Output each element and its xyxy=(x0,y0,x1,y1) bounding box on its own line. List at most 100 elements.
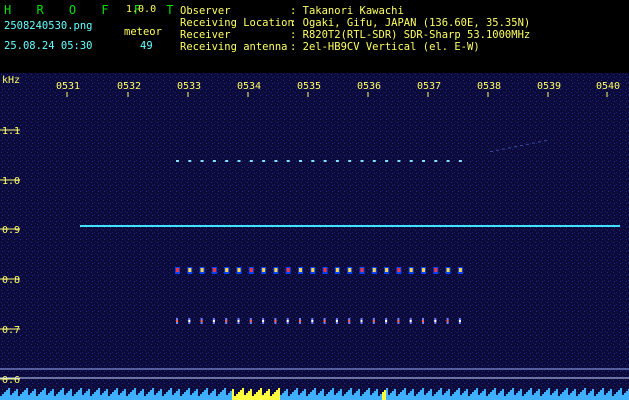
level-bar-segment xyxy=(530,388,532,400)
echo-mark-middle-core xyxy=(212,268,216,272)
level-bar-segment xyxy=(416,394,418,400)
level-bar-segment xyxy=(130,392,132,400)
meteor-label: meteor xyxy=(124,26,162,38)
level-bar-segment xyxy=(366,390,368,400)
level-bar-segment xyxy=(250,389,252,400)
level-bar-segment xyxy=(82,395,84,400)
level-bar-segment xyxy=(400,392,402,400)
echo-mark-lower-core xyxy=(409,320,412,322)
level-bar-segment xyxy=(90,396,92,400)
level-bar-segment xyxy=(426,393,428,400)
level-bar-segment xyxy=(398,394,400,400)
level-bar-segment xyxy=(286,389,288,400)
level-bar-segment xyxy=(616,392,618,400)
level-bar-segment xyxy=(306,396,308,400)
level-bar-segment xyxy=(80,388,82,400)
level-bar-segment xyxy=(22,392,24,400)
level-bar-segment xyxy=(336,393,338,400)
x-tick-label: 0539 xyxy=(537,81,561,92)
level-bar-segment xyxy=(600,390,602,400)
level-bar-segment xyxy=(532,395,534,400)
level-bar-segment xyxy=(178,389,180,400)
level-bar-segment xyxy=(118,395,120,400)
level-bar-segment xyxy=(380,394,382,400)
level-bar-segment xyxy=(374,391,376,400)
x-tick-label: 0535 xyxy=(297,81,321,92)
noise-background xyxy=(0,73,629,400)
level-bar-segment xyxy=(402,390,404,400)
echo-mark-lower-core xyxy=(176,320,178,322)
level-bar-segment xyxy=(460,395,462,400)
level-bar-segment xyxy=(196,389,198,400)
level-bar-segment xyxy=(284,391,286,400)
level-bar-segment xyxy=(84,393,86,400)
level-bar-segment xyxy=(316,395,318,400)
level-bar-segment xyxy=(226,395,228,400)
x-tick-label: 0536 xyxy=(357,81,381,92)
level-bar-segment xyxy=(108,396,110,400)
level-bar-segment xyxy=(586,395,588,400)
echo-mark-lower-core xyxy=(458,320,461,322)
echo-mark-middle-core xyxy=(372,268,376,272)
level-bar-segment xyxy=(310,392,312,400)
level-bar-segment xyxy=(20,394,22,400)
level-bar-segment xyxy=(580,392,582,400)
level-bar-segment xyxy=(24,390,26,400)
level-bar-segment xyxy=(538,389,540,400)
level-bar-segment xyxy=(86,391,88,400)
echo-mark-middle-core xyxy=(200,268,204,272)
level-bar-segment xyxy=(384,390,386,400)
level-bar-segment xyxy=(6,390,8,400)
level-bar-segment xyxy=(598,392,600,400)
level-bar-segment xyxy=(602,388,604,400)
level-bar-segment xyxy=(72,396,74,400)
echo-mark-middle-core xyxy=(262,268,266,272)
level-bar-segment xyxy=(54,396,56,400)
level-bar-segment xyxy=(322,389,324,400)
x-tick-label: 0537 xyxy=(417,81,441,92)
level-bar-segment xyxy=(548,388,550,400)
level-bar-segment xyxy=(206,388,208,400)
level-bar-segment xyxy=(220,392,222,400)
info-label-observer: Observer xyxy=(180,5,231,17)
datetime: 25.08.24 05:30 xyxy=(4,40,93,52)
level-bar-segment xyxy=(468,396,470,400)
level-bar-segment xyxy=(246,393,248,400)
app-version: 1.0.0 xyxy=(126,4,157,15)
echo-mark-lower-core xyxy=(262,320,265,322)
echo-mark-lower-core xyxy=(335,320,338,322)
echo-mark-middle-core xyxy=(385,268,389,272)
level-bar-segment xyxy=(276,390,278,400)
level-bar-segment xyxy=(340,389,342,400)
echo-mark-upper xyxy=(225,160,229,162)
level-bar-segment xyxy=(622,395,624,400)
level-bar-segment xyxy=(584,388,586,400)
level-bar-segment xyxy=(446,391,448,400)
level-bar-segment xyxy=(38,394,40,400)
level-bar-segment xyxy=(534,393,536,400)
level-bar-segment xyxy=(560,394,562,400)
echo-mark-lower-core xyxy=(212,320,215,322)
level-bar-segment xyxy=(390,393,392,400)
level-bar-segment xyxy=(478,395,480,400)
level-bar-segment xyxy=(348,390,350,400)
level-bar-segment xyxy=(506,394,508,400)
level-bar-segment xyxy=(470,394,472,400)
level-bar-segment xyxy=(520,389,522,400)
level-bar-segment xyxy=(258,390,260,400)
level-bar-segment xyxy=(170,388,172,400)
echo-mark-middle-core xyxy=(274,268,278,272)
level-bar-segment xyxy=(464,391,466,400)
level-bar-segment xyxy=(304,389,306,400)
echo-mark-upper xyxy=(422,160,425,162)
echo-mark-upper xyxy=(397,160,401,162)
faint-trail xyxy=(520,145,523,146)
level-bar-segment xyxy=(200,394,202,400)
level-bar-segment xyxy=(270,396,272,400)
level-bar-segment xyxy=(476,388,478,400)
level-bar-segment xyxy=(510,390,512,400)
level-bar-segment xyxy=(528,390,530,400)
echo-mark-lower-core xyxy=(299,320,301,322)
level-bar-segment xyxy=(40,392,42,400)
level-bar-segment xyxy=(392,391,394,400)
